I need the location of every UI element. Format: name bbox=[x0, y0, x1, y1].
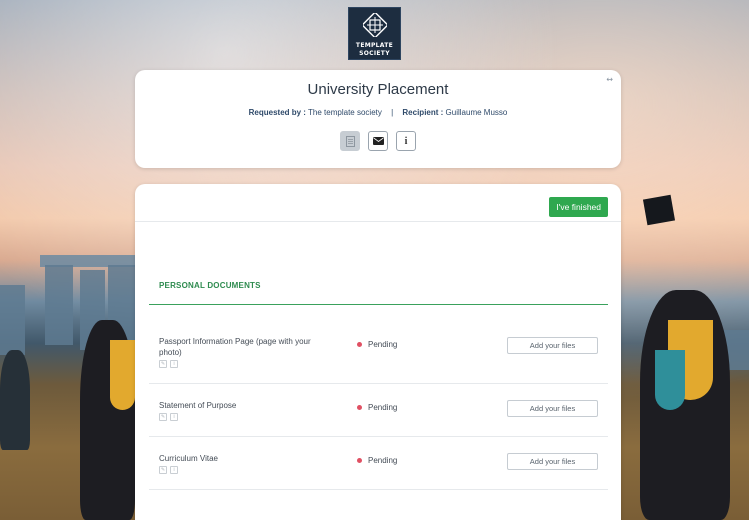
document-name-wrap: Curriculum Vitae ✎ i bbox=[159, 453, 329, 474]
document-name: Statement of Purpose bbox=[159, 401, 237, 410]
pending-dot-icon bbox=[357, 405, 362, 410]
document-row: Curriculum Vitae ✎ i Pending Add your fi… bbox=[149, 437, 608, 490]
info-small-icon[interactable]: i bbox=[170, 466, 178, 474]
document-name-wrap: Passport Information Page (page with you… bbox=[159, 336, 329, 368]
pending-dot-icon bbox=[357, 458, 362, 463]
status-text: Pending bbox=[368, 340, 398, 349]
document-row: Passport Information Page (page with you… bbox=[149, 324, 608, 384]
finished-button[interactable]: I've finished bbox=[549, 197, 608, 217]
add-files-button[interactable]: Add your files bbox=[507, 453, 598, 470]
envelope-icon bbox=[372, 137, 384, 145]
request-meta: Requested by : The template society | Re… bbox=[135, 108, 621, 117]
document-actions: ✎ i bbox=[159, 413, 329, 421]
recipient-value: Guillaume Musso bbox=[445, 108, 508, 117]
pending-dot-icon bbox=[357, 342, 362, 347]
background-cap bbox=[642, 194, 676, 226]
request-header-card: ↔ University Placement Requested by : Th… bbox=[135, 70, 621, 168]
documents-tab-button[interactable] bbox=[340, 131, 360, 151]
brand-logo: TEMPLATE SOCIETY bbox=[348, 7, 401, 60]
section-divider bbox=[149, 304, 608, 305]
add-files-button[interactable]: Add your files bbox=[507, 337, 598, 354]
header-actions: i bbox=[135, 131, 621, 151]
info-small-icon[interactable]: i bbox=[170, 360, 178, 368]
edit-icon[interactable]: ✎ bbox=[159, 413, 167, 421]
document-row: Statement of Purpose ✎ i Pending Add you… bbox=[149, 384, 608, 437]
edit-icon[interactable]: ✎ bbox=[159, 360, 167, 368]
requested-by-value: The template society bbox=[308, 108, 382, 117]
background-building bbox=[0, 285, 25, 355]
add-files-button[interactable]: Add your files bbox=[507, 400, 598, 417]
documents-toolbar: I've finished bbox=[135, 184, 621, 222]
logo-mark-icon bbox=[360, 11, 389, 39]
logo-text-line2: SOCIETY bbox=[359, 50, 390, 57]
messages-tab-button[interactable] bbox=[368, 131, 388, 151]
document-actions: ✎ i bbox=[159, 360, 329, 368]
info-icon: i bbox=[404, 135, 408, 147]
document-name: Curriculum Vitae bbox=[159, 454, 218, 463]
background-graduate-hood bbox=[110, 340, 135, 410]
info-small-icon[interactable]: i bbox=[170, 413, 178, 421]
collapse-icon[interactable]: ↔ bbox=[606, 75, 613, 84]
page-title: University Placement bbox=[307, 81, 449, 98]
edit-icon[interactable]: ✎ bbox=[159, 466, 167, 474]
logo-text-line1: TEMPLATE bbox=[355, 42, 394, 49]
requested-by-label: Requested by : bbox=[248, 108, 306, 117]
document-actions: ✎ i bbox=[159, 466, 329, 474]
background-graduate bbox=[0, 350, 30, 450]
background-building bbox=[45, 265, 73, 345]
status-text: Pending bbox=[368, 403, 398, 412]
document-status: Pending bbox=[357, 456, 397, 465]
recipient-label: Recipient : bbox=[402, 108, 444, 117]
meta-separator: | bbox=[391, 108, 394, 117]
section-title: PERSONAL DOCUMENTS bbox=[159, 281, 261, 290]
document-icon bbox=[345, 135, 355, 147]
documents-card: I've finished PERSONAL DOCUMENTS Passpor… bbox=[135, 184, 621, 520]
document-name: Passport Information Page (page with you… bbox=[159, 337, 311, 357]
background-graduate-hood bbox=[655, 350, 685, 410]
status-text: Pending bbox=[368, 456, 398, 465]
document-status: Pending bbox=[357, 340, 397, 349]
document-status: Pending bbox=[357, 403, 397, 412]
document-name-wrap: Statement of Purpose ✎ i bbox=[159, 400, 329, 421]
info-tab-button[interactable]: i bbox=[396, 131, 416, 151]
